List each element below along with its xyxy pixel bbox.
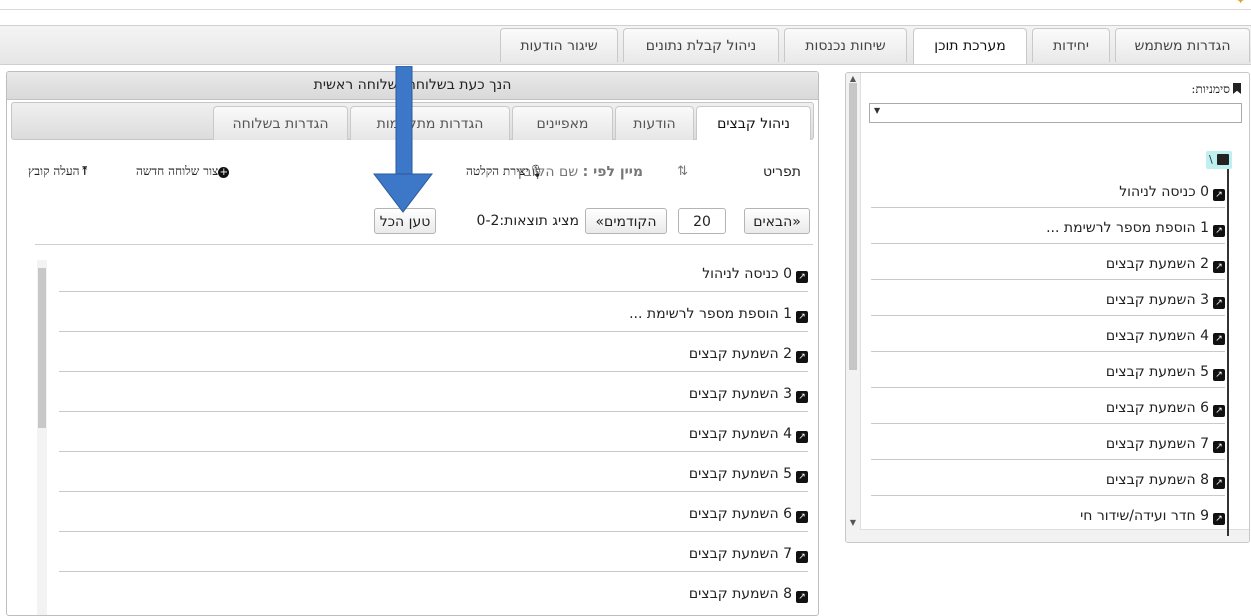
external-link-icon: ↗ bbox=[796, 551, 808, 563]
folder-icon bbox=[1217, 154, 1229, 165]
tab-user-settings[interactable]: הגדרות משתמש bbox=[1115, 28, 1250, 62]
tree-item[interactable]: ↗8 השמעת קבצים bbox=[871, 460, 1225, 496]
vertical-scrollbar[interactable]: ▲ ▼ bbox=[846, 73, 861, 542]
file-list-item[interactable]: ↗8 השמעת קבצים bbox=[59, 572, 808, 612]
tab-units[interactable]: יחידות bbox=[1032, 28, 1110, 62]
external-link-icon: ↗ bbox=[1213, 297, 1225, 309]
sort-icon[interactable]: ⇅ bbox=[677, 164, 688, 179]
toolbar: תפריט ⇅ מיין לפי : שם הקובץ 🎙יצירת הקלטה… bbox=[7, 164, 818, 186]
tree-line bbox=[1227, 151, 1229, 536]
tree-item[interactable]: ↗7 השמעת קבצים bbox=[871, 424, 1225, 460]
microphone-icon: 🎙 bbox=[528, 164, 544, 178]
file-list-item[interactable]: ↗6 השמעת קבצים bbox=[59, 492, 808, 532]
create-extension-button[interactable]: +צור שלוחה חדשה bbox=[136, 164, 230, 179]
tree-item[interactable]: ↗9 חדר ועידה/שידור חי bbox=[871, 496, 1225, 532]
current-extension-header: הנך כעת בשלוחה: שלוחה ראשית bbox=[7, 72, 818, 100]
bookmarks-select[interactable]: ▼ bbox=[869, 103, 1242, 123]
external-link-icon: ↗ bbox=[1213, 189, 1225, 201]
external-link-icon: ↗ bbox=[1213, 333, 1225, 345]
external-link-icon: ↗ bbox=[796, 471, 808, 483]
main-tab-strip: הגדרות משתמש יחידות מערכת תוכן שיחות נכנ… bbox=[0, 25, 1251, 65]
tab-incoming-calls[interactable]: שיחות נכנסות bbox=[784, 28, 907, 62]
file-list-item[interactable]: ↗0 כניסה לניהול bbox=[59, 252, 808, 292]
external-link-icon: ↗ bbox=[1213, 513, 1225, 525]
sub-tab-strip: ניהול קבצים הודעות מאפיינים הגדרות מתקדמ… bbox=[11, 102, 814, 140]
tree-root-node[interactable]: \ bbox=[1206, 151, 1232, 169]
plus-circle-icon: + bbox=[218, 167, 230, 178]
tab-extension-settings[interactable]: הגדרות בשלוחה bbox=[213, 106, 348, 140]
list-scrollbar[interactable] bbox=[37, 260, 47, 615]
menu-button[interactable]: תפריט bbox=[763, 164, 801, 180]
scroll-down-icon[interactable]: ▼ bbox=[848, 518, 858, 528]
tree-item[interactable]: ↗1 הוספת מספר לרשימת ... bbox=[871, 208, 1225, 244]
list-scroll-thumb[interactable] bbox=[38, 268, 46, 428]
tree-item[interactable]: ↗2 השמעת קבצים bbox=[871, 244, 1225, 280]
upload-file-button[interactable]: ⤒העלה קובץ bbox=[28, 164, 90, 179]
results-text: מציג תוצאות:0-2 bbox=[476, 213, 579, 229]
tree-item[interactable]: ↗6 השמעת קבצים bbox=[871, 388, 1225, 424]
page-size-input[interactable]: 20 bbox=[678, 208, 726, 234]
tab-messages[interactable]: הודעות bbox=[615, 106, 694, 140]
external-link-icon: ↗ bbox=[1213, 405, 1225, 417]
top-border bbox=[0, 0, 1251, 10]
external-link-icon: ↗ bbox=[796, 591, 808, 603]
external-link-icon: ↗ bbox=[1213, 225, 1225, 237]
tree-root-label: \ bbox=[1209, 153, 1213, 166]
external-link-icon: ↗ bbox=[796, 511, 808, 523]
bookmarks-label: סימניות: bbox=[1191, 82, 1241, 97]
pager: «הבאים 20 הקודמים» מציג תוצאות:0-2 טען ה… bbox=[7, 208, 818, 236]
upload-icon: ⤒ bbox=[79, 164, 90, 178]
external-link-icon: ↗ bbox=[796, 311, 808, 323]
tab-message-dispatch[interactable]: שיגור הודעות bbox=[500, 28, 618, 62]
divider bbox=[35, 244, 813, 245]
bookmark-icon bbox=[1233, 83, 1241, 94]
tab-content-system[interactable]: מערכת תוכן bbox=[913, 28, 1027, 64]
file-list-item[interactable]: ↗2 השמעת קבצים bbox=[59, 332, 808, 372]
tab-file-management[interactable]: ניהול קבצים bbox=[696, 106, 811, 140]
tree-item[interactable]: ↗3 השמעת קבצים bbox=[871, 280, 1225, 316]
external-link-icon: ↗ bbox=[1213, 261, 1225, 273]
sort-label: מיין לפי : bbox=[582, 164, 643, 180]
scroll-thumb[interactable] bbox=[849, 83, 857, 370]
external-link-icon: ↗ bbox=[1213, 441, 1225, 453]
external-link-icon: ↗ bbox=[796, 351, 808, 363]
external-link-icon: ↗ bbox=[796, 271, 808, 283]
content-panel: הנך כעת בשלוחה: שלוחה ראשית ניהול קבצים … bbox=[6, 71, 819, 616]
external-link-icon: ↗ bbox=[1213, 477, 1225, 489]
extension-tree-panel: ▲ ▼ סימניות: ▼ \ ↗0 כניסה לניהול ↗1 הוספ… bbox=[845, 72, 1250, 543]
tree-item[interactable]: ↗0 כניסה לניהול bbox=[871, 172, 1225, 208]
previous-button[interactable]: הקודמים» bbox=[585, 208, 667, 234]
file-list-item[interactable]: ↗3 השמעת קבצים bbox=[59, 372, 808, 412]
external-link-icon: ↗ bbox=[796, 391, 808, 403]
tab-properties[interactable]: מאפיינים bbox=[512, 106, 613, 140]
external-link-icon: ↗ bbox=[1213, 369, 1225, 381]
tab-data-receiving[interactable]: ניהול קבלת נתונים bbox=[623, 28, 779, 62]
star-icon: ✦ bbox=[1236, 0, 1246, 7]
next-button[interactable]: «הבאים bbox=[744, 208, 810, 234]
file-list-item[interactable]: ↗1 הוספת מספר לרשימת ... bbox=[59, 292, 808, 332]
file-list-item[interactable]: ↗7 השמעת קבצים bbox=[59, 532, 808, 572]
tree-item[interactable]: ↗5 השמעת קבצים bbox=[871, 352, 1225, 388]
file-list-item[interactable]: ↗5 השמעת קבצים bbox=[59, 452, 808, 492]
create-recording-button[interactable]: 🎙יצירת הקלטה bbox=[466, 164, 544, 179]
tab-advanced-settings[interactable]: הגדרות מתקדמות bbox=[350, 106, 510, 140]
external-link-icon: ↗ bbox=[796, 431, 808, 443]
file-list-item[interactable]: ↗4 השמעת קבצים bbox=[59, 412, 808, 452]
load-all-button[interactable]: טען הכל bbox=[374, 208, 436, 234]
chevron-down-icon: ▼ bbox=[874, 106, 881, 115]
tree-item[interactable]: ↗4 השמעת קבצים bbox=[871, 316, 1225, 352]
